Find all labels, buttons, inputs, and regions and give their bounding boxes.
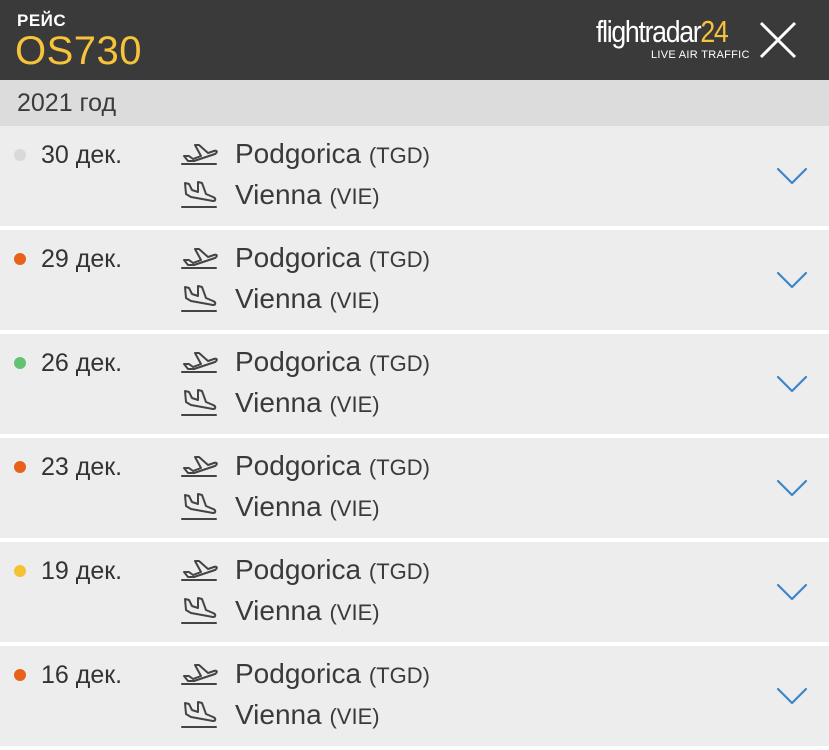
arrival-airport-code: (VIE) xyxy=(329,184,380,209)
flight-number: OS730 xyxy=(15,29,143,73)
status-dot xyxy=(14,149,26,161)
flight-row[interactable]: 29 дек. Podgorica (TGD) Vienna (VIE) xyxy=(0,230,829,330)
departure-city: Podgorica (TGD) xyxy=(235,554,430,586)
status-dot xyxy=(14,253,26,265)
departure-city-name: Podgorica xyxy=(235,138,362,169)
flight-date: 26 дек. xyxy=(41,349,123,377)
flight-row[interactable]: 16 дек. Podgorica (TGD) Vienna (VIE) xyxy=(0,646,829,746)
flightradar24-logo: flightradar24 LIVE AIR TRAFFIC xyxy=(596,14,756,64)
chevron-down-icon[interactable] xyxy=(776,686,808,706)
departure-city-name: Podgorica xyxy=(235,554,362,585)
chevron-down-icon[interactable] xyxy=(776,582,808,602)
chevron-down-icon[interactable] xyxy=(776,166,808,186)
departure-icon xyxy=(181,248,218,269)
departure-city-name: Podgorica xyxy=(235,450,362,481)
departure-icon xyxy=(181,664,218,685)
flight-row[interactable]: 19 дек. Podgorica (TGD) Vienna (VIE) xyxy=(0,542,829,642)
departure-airport-code: (TGD) xyxy=(368,143,430,168)
departure-icon xyxy=(181,560,218,581)
arrival-airport-code: (VIE) xyxy=(329,392,380,417)
arrival-city: Vienna (VIE) xyxy=(235,283,380,315)
departure-city-name: Podgorica xyxy=(235,346,362,377)
logo-text: flightradar xyxy=(596,14,702,49)
arrival-city: Vienna (VIE) xyxy=(235,179,380,211)
arrival-city-name: Vienna xyxy=(235,179,322,210)
departure-icon xyxy=(181,352,218,373)
arrival-airport-code: (VIE) xyxy=(329,704,380,729)
departure-city-name: Podgorica xyxy=(235,658,362,689)
flight-date: 19 дек. xyxy=(41,557,123,585)
departure-city: Podgorica (TGD) xyxy=(235,346,430,378)
year-label: 2021 год xyxy=(17,89,117,117)
departure-airport-code: (TGD) xyxy=(368,455,430,480)
departure-airport-code: (TGD) xyxy=(368,247,430,272)
flight-date: 30 дек. xyxy=(41,141,123,169)
departure-airport-code: (TGD) xyxy=(368,351,430,376)
arrival-city-name: Vienna xyxy=(235,491,322,522)
flight-label: РЕЙС xyxy=(17,11,67,30)
arrival-city: Vienna (VIE) xyxy=(235,699,380,731)
chevron-down-icon[interactable] xyxy=(776,478,808,498)
arrival-icon xyxy=(181,285,217,312)
arrival-city: Vienna (VIE) xyxy=(235,595,380,627)
chevron-down-icon[interactable] xyxy=(776,374,808,394)
flight-row[interactable]: 23 дек. Podgorica (TGD) Vienna (VIE) xyxy=(0,438,829,538)
chevron-down-icon[interactable] xyxy=(776,270,808,290)
departure-city: Podgorica (TGD) xyxy=(235,658,430,690)
arrival-icon xyxy=(181,701,217,728)
arrival-icon xyxy=(181,493,217,520)
departure-city: Podgorica (TGD) xyxy=(235,138,430,170)
arrival-city-name: Vienna xyxy=(235,699,322,730)
arrival-airport-code: (VIE) xyxy=(329,496,380,521)
logo-accent: 24 xyxy=(700,14,728,49)
arrival-airport-code: (VIE) xyxy=(329,600,380,625)
logo-subtitle: LIVE AIR TRAFFIC xyxy=(651,49,750,61)
arrival-city-name: Vienna xyxy=(235,595,322,626)
flight-row[interactable]: 26 дек. Podgorica (TGD) Vienna (VIE) xyxy=(0,334,829,434)
arrival-city-name: Vienna xyxy=(235,387,322,418)
flight-date: 29 дек. xyxy=(41,245,123,273)
departure-airport-code: (TGD) xyxy=(368,559,430,584)
departure-city: Podgorica (TGD) xyxy=(235,242,430,274)
flight-list: 30 дек. Podgorica (TGD) Vienna (VIE) 29 … xyxy=(0,126,829,750)
close-icon xyxy=(759,21,797,59)
departure-city: Podgorica (TGD) xyxy=(235,450,430,482)
status-dot xyxy=(14,357,26,369)
close-button[interactable] xyxy=(757,20,799,60)
flight-row[interactable]: 30 дек. Podgorica (TGD) Vienna (VIE) xyxy=(0,126,829,226)
status-dot xyxy=(14,669,26,681)
arrival-city: Vienna (VIE) xyxy=(235,387,380,419)
year-section-header: 2021 год xyxy=(0,80,829,126)
arrival-icon xyxy=(181,389,217,416)
departure-airport-code: (TGD) xyxy=(368,663,430,688)
arrival-city-name: Vienna xyxy=(235,283,322,314)
departure-icon xyxy=(181,456,218,477)
departure-city-name: Podgorica xyxy=(235,242,362,273)
arrival-airport-code: (VIE) xyxy=(329,288,380,313)
status-dot xyxy=(14,565,26,577)
arrival-icon xyxy=(181,181,217,208)
flight-date: 23 дек. xyxy=(41,453,123,481)
arrival-city: Vienna (VIE) xyxy=(235,491,380,523)
departure-icon xyxy=(181,144,218,165)
header-bar: РЕЙС OS730 flightradar24 LIVE AIR TRAFFI… xyxy=(0,0,829,80)
status-dot xyxy=(14,461,26,473)
flight-date: 16 дек. xyxy=(41,661,123,689)
arrival-icon xyxy=(181,597,217,624)
